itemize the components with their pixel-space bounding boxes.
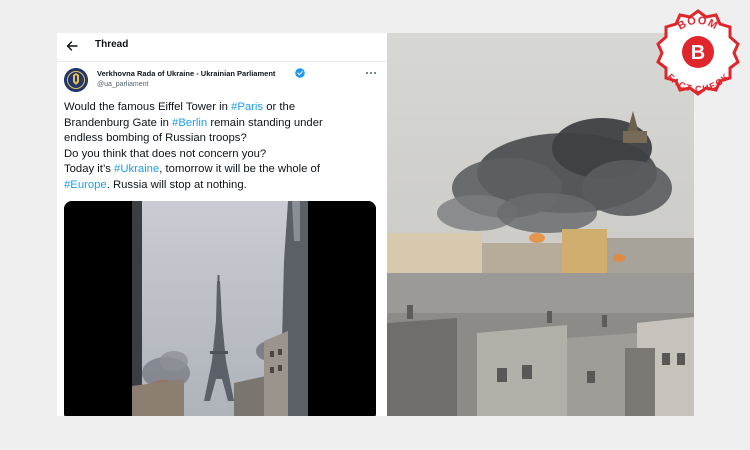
logo-letter: B — [691, 42, 705, 64]
hashtag-paris[interactable]: #Paris — [231, 101, 263, 113]
tweet-line: endless bombing of Russian troops? — [64, 132, 247, 144]
tweet-text-segment: Would the famous Eiffel Tower in — [64, 101, 232, 113]
thread-title: Thread — [95, 39, 129, 50]
tweet-video[interactable] — [64, 201, 376, 416]
tweet-text-segment: Today it’s — [64, 163, 115, 175]
video-still-image — [64, 201, 376, 416]
tweet-line: Brandenburg Gate in #Berlin remain stand… — [64, 116, 384, 132]
tweet-line: Today it’s #Ukraine, tomorrow it will be… — [64, 162, 384, 178]
tweet-line: #Europe. Russia will stop at nothing. — [64, 178, 384, 194]
thread-header: Thread — [57, 33, 387, 59]
smoke-cityscape-image — [387, 33, 694, 416]
author-name[interactable]: Verkhovna Rada of Ukraine - Ukrainian Pa… — [97, 69, 275, 78]
collage: Thread Verkhovna Rada of Ukraine - Ukrai… — [0, 0, 750, 450]
tweet-text-segment: Brandenburg Gate in — [64, 116, 173, 129]
tweet-text-segment: or the — [263, 101, 296, 113]
news-photo — [387, 33, 694, 416]
logo-seal: B BOOM FACT CHECK — [656, 9, 740, 96]
hashtag-europe[interactable]: #Europe — [64, 179, 107, 191]
hashtag-ukraine[interactable]: #Ukraine — [114, 163, 159, 175]
tweet-text: Would the famous Eiffel Tower in #Paris … — [64, 100, 384, 193]
tweet-text-segment: remain standing under — [207, 116, 323, 129]
tweet-card: Thread Verkhovna Rada of Ukraine - Ukrai… — [57, 33, 387, 416]
more-dots-icon[interactable] — [364, 68, 378, 78]
avatar[interactable] — [64, 68, 88, 92]
author-handle[interactable]: @ua_parliament — [97, 81, 148, 88]
hashtag-berlin[interactable]: #Berlin — [172, 117, 207, 129]
tweet-text-segment: , tomorrow it will be the whole of — [159, 163, 320, 175]
arrow-left-icon[interactable] — [65, 39, 79, 53]
boom-fact-check-logo: B BOOM FACT CHECK — [654, 8, 742, 96]
tweet-line: Would the famous Eiffel Tower in #Paris … — [64, 100, 384, 116]
header-divider — [57, 61, 387, 62]
parliament-emblem-icon — [64, 68, 88, 92]
verified-badge-icon — [295, 68, 305, 78]
tweet-line: Do you think that does not concern you? — [64, 147, 267, 160]
tweet-text-segment: . Russia will stop at nothing. — [106, 178, 247, 191]
